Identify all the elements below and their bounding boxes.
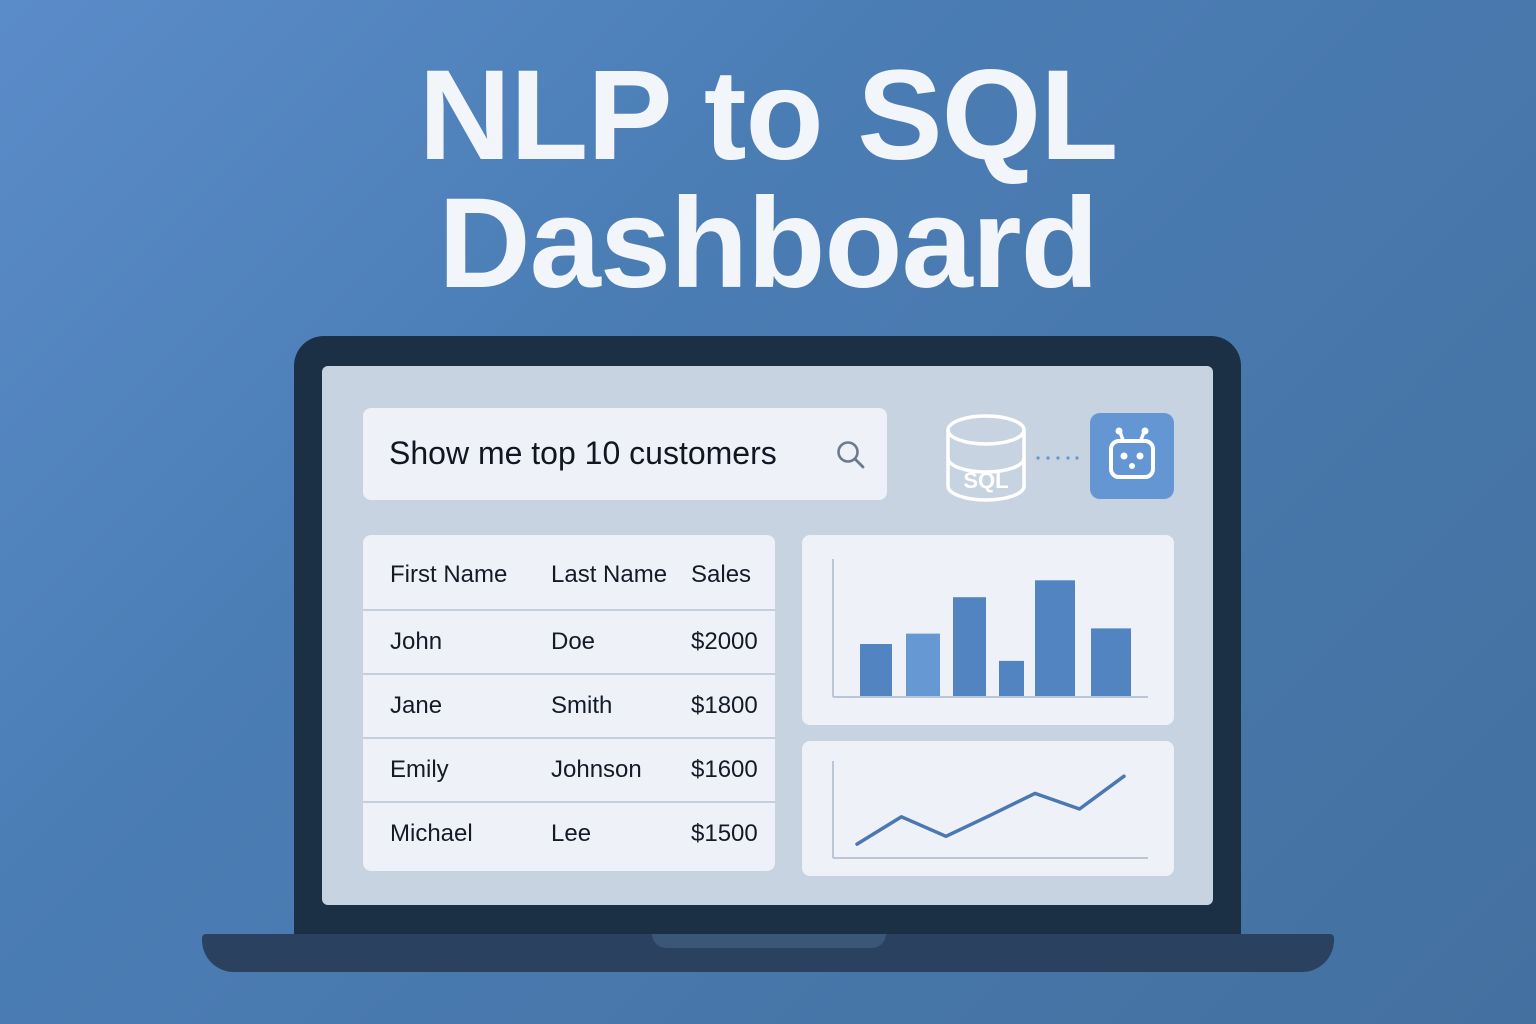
bar — [906, 633, 940, 696]
cell-last-name: Lee — [551, 820, 592, 847]
bar-chart — [832, 559, 1148, 698]
column-header-sales[interactable]: Sales — [691, 561, 751, 589]
search-input[interactable]: Show me top 10 customers — [363, 408, 887, 500]
cell-first-name: Michael — [390, 820, 473, 847]
table-row[interactable]: Emily Johnson $1600 — [363, 737, 775, 803]
bar — [860, 644, 892, 696]
results-table: First Name Last Name Sales John Doe $200… — [363, 535, 775, 871]
bar — [953, 597, 986, 696]
cell-last-name: Doe — [551, 628, 596, 655]
cell-first-name: Emily — [390, 756, 449, 783]
column-header-first-name[interactable]: First Name — [390, 561, 507, 589]
laptop-notch — [652, 934, 886, 948]
table-header-row: First Name Last Name Sales — [363, 535, 775, 611]
cell-first-name: John — [390, 628, 443, 655]
search-icon[interactable] — [835, 439, 867, 471]
table-row[interactable]: John Doe $2000 — [363, 609, 775, 675]
search-query-text: Show me top 10 customers — [389, 435, 777, 471]
page-title-line-1: NLP to SQL — [418, 44, 1119, 187]
bar — [999, 660, 1024, 696]
line-chart-card[interactable] — [802, 741, 1174, 876]
assistant-bot-button[interactable] — [1090, 413, 1174, 499]
cell-last-name: Johnson — [551, 756, 642, 783]
bar — [1035, 580, 1075, 696]
database-icon: SQL — [946, 414, 1026, 502]
cell-first-name: Jane — [390, 692, 443, 719]
robot-icon — [1109, 427, 1155, 479]
table-row[interactable]: Michael Lee $1500 — [363, 801, 775, 865]
database-label: SQL — [963, 468, 1008, 493]
line-chart — [832, 761, 1148, 859]
cell-sales: $1500 — [691, 820, 758, 847]
table-row[interactable]: Jane Smith $1800 — [363, 673, 775, 739]
bar-chart-card[interactable] — [802, 535, 1174, 725]
bar — [1091, 628, 1131, 696]
cell-sales: $2000 — [691, 628, 758, 655]
series-line — [855, 774, 1126, 846]
cell-sales: $1600 — [691, 756, 758, 783]
page-title-line-2: Dashboard — [438, 172, 1099, 315]
cell-sales: $1800 — [691, 692, 758, 719]
connector-dots — [1036, 456, 1079, 460]
column-header-last-name[interactable]: Last Name — [551, 561, 667, 589]
cell-last-name: Smith — [551, 692, 613, 719]
